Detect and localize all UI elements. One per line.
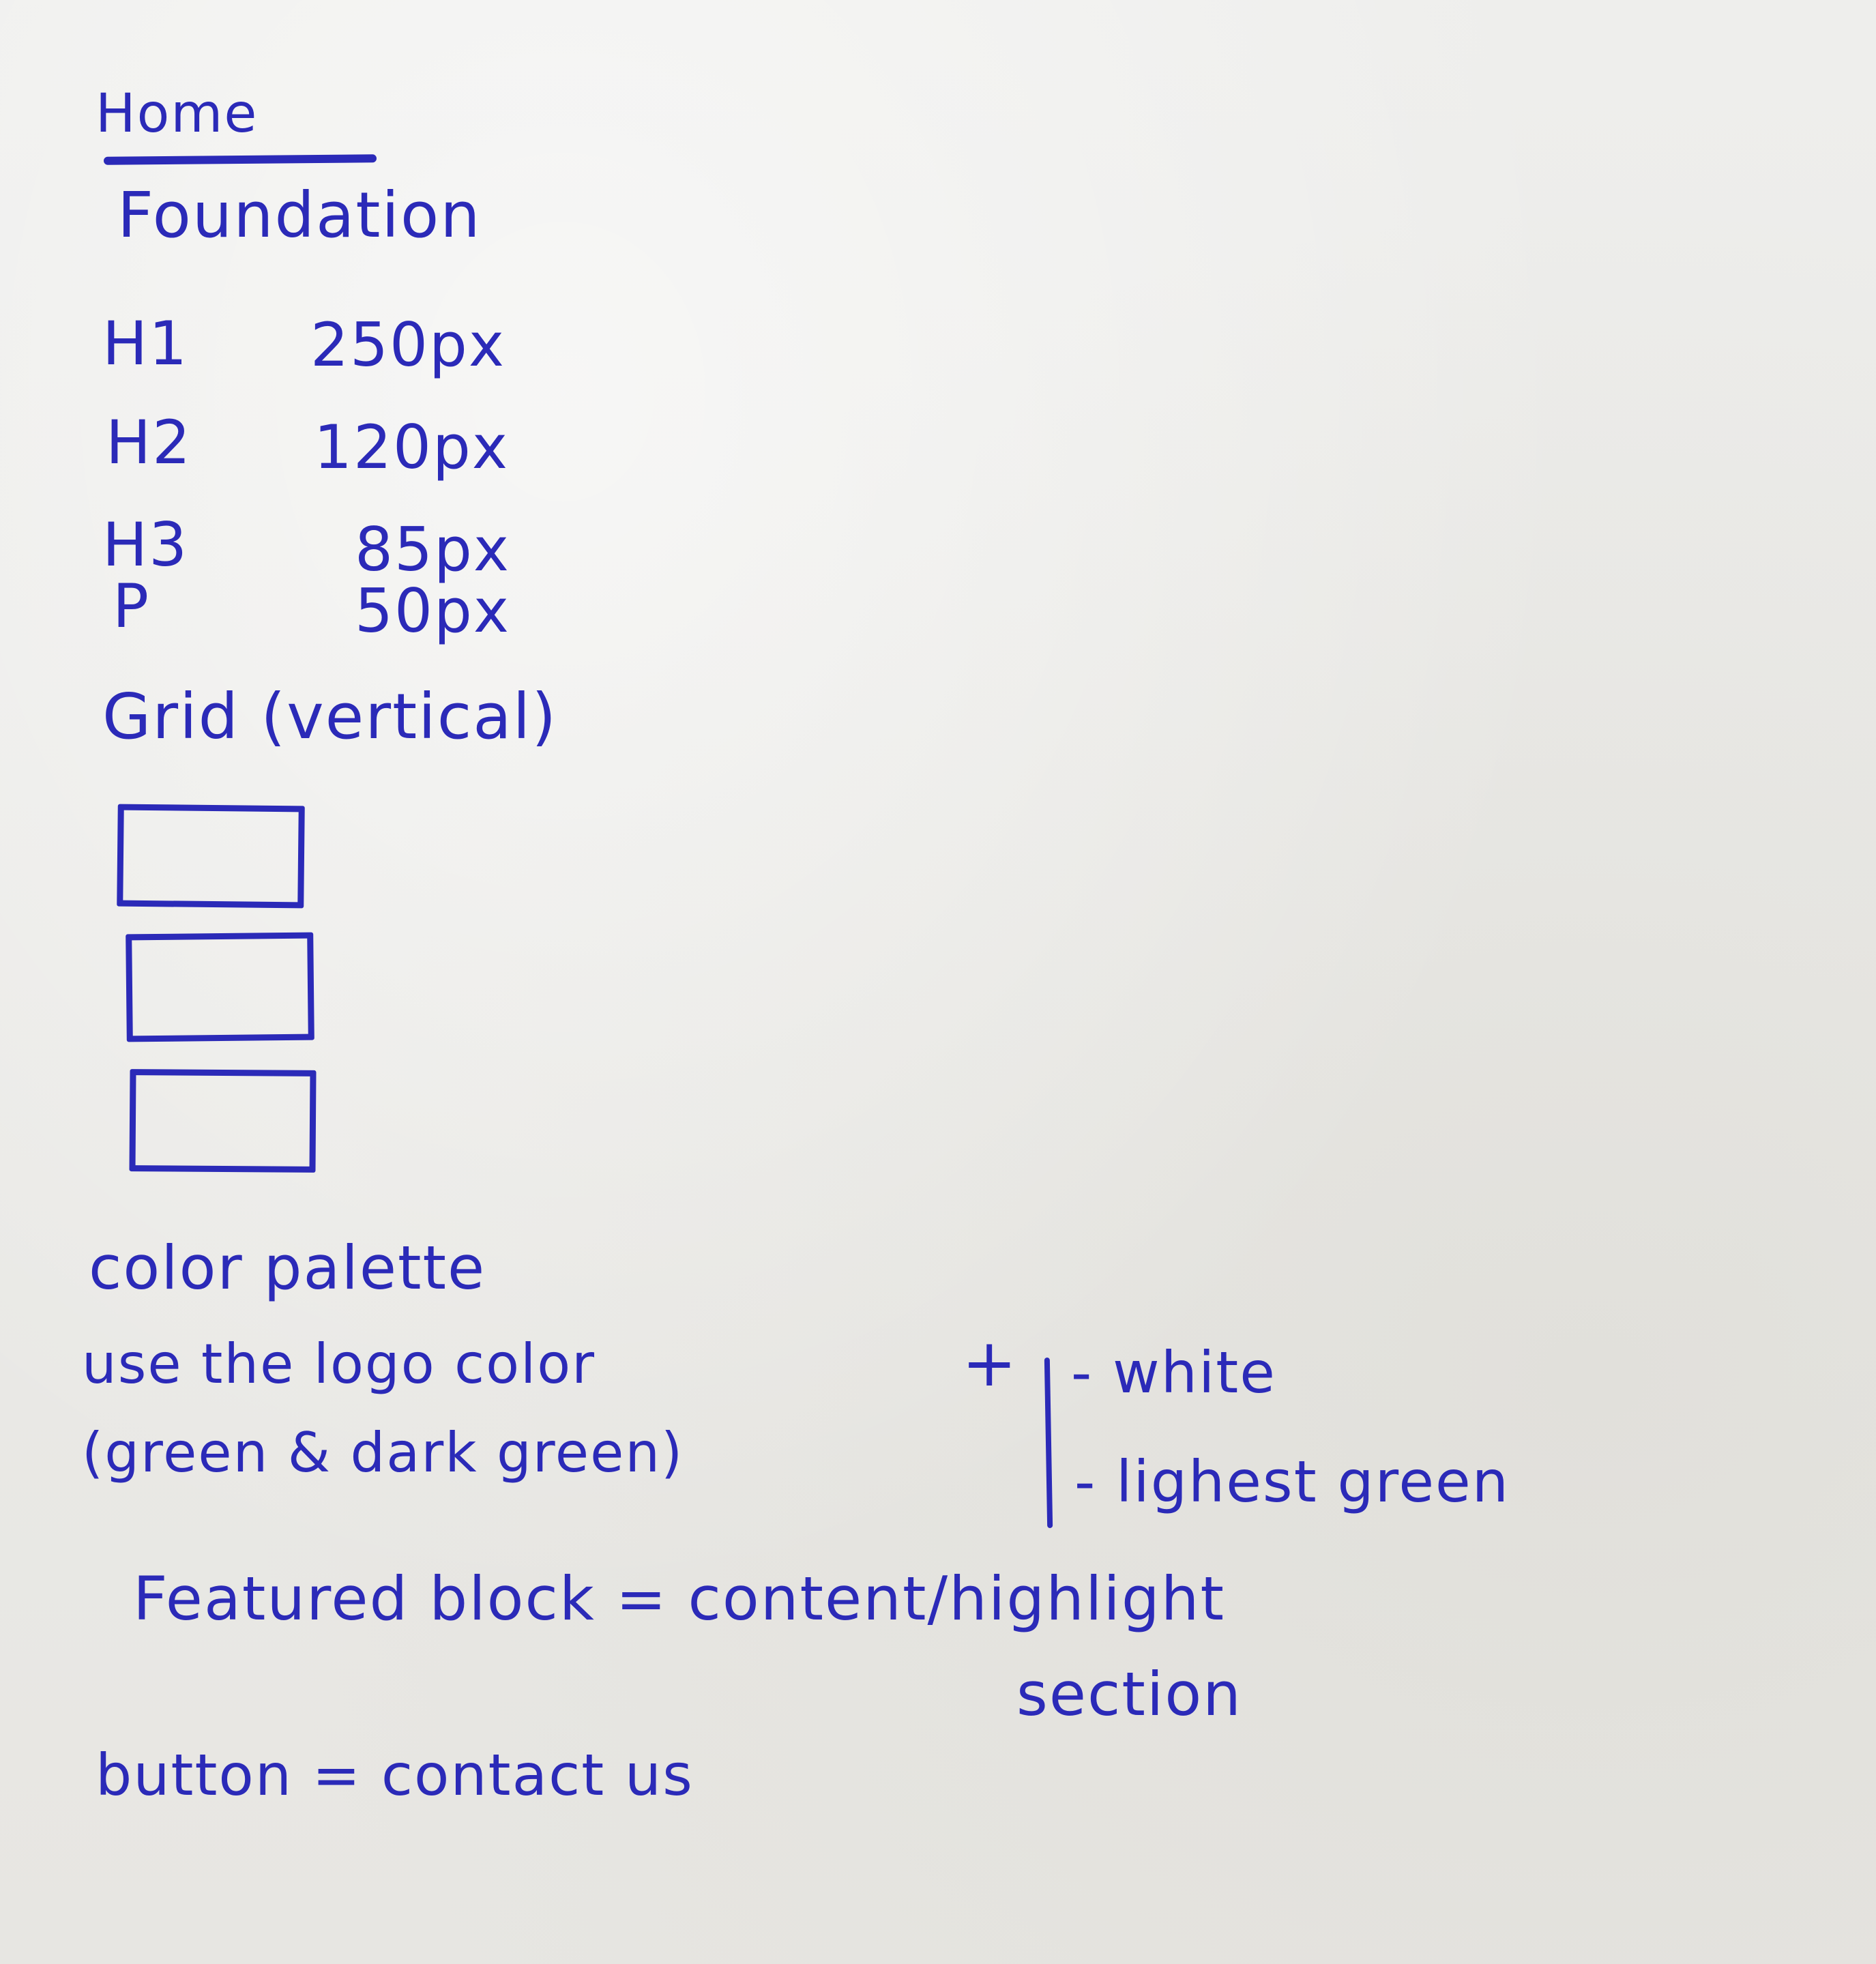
spec-h2-size: 120px	[314, 412, 509, 482]
grid-box-sketch	[129, 1069, 317, 1173]
spec-p-name: P	[113, 571, 151, 641]
palette-option-lightest-green: - lighest green	[1074, 1448, 1510, 1515]
spec-h1-size: 250px	[310, 310, 505, 380]
page-title: Home	[96, 83, 259, 145]
spec-h3-size: 85px	[355, 514, 510, 585]
palette-option-white: - white	[1071, 1339, 1276, 1406]
spec-h1-name: H1	[102, 308, 189, 379]
grid-box-sketch	[126, 932, 314, 1042]
title-underline	[103, 154, 377, 165]
palette-note-line-2: (green & dark green)	[82, 1421, 684, 1484]
button-note: button = contact us	[96, 1742, 694, 1808]
spec-h3-name: H3	[102, 510, 189, 580]
divider-bar	[1044, 1357, 1053, 1529]
notebook-page: Home Foundation H1 250px H2 120px H3 85p…	[0, 0, 1876, 1964]
plus-sign: +	[962, 1325, 1018, 1401]
spec-p-size: 50px	[355, 576, 510, 646]
spec-h2-name: H2	[106, 407, 192, 478]
palette-heading: color palette	[89, 1233, 486, 1303]
grid-heading: Grid (vertical)	[102, 680, 558, 753]
featured-block-note: Featured block = content/highlight	[133, 1564, 1225, 1634]
featured-block-note-continued: section	[1016, 1659, 1242, 1729]
grid-box-sketch	[117, 804, 305, 909]
foundation-heading: Foundation	[117, 179, 482, 252]
palette-note-line-1: use the logo color	[82, 1332, 596, 1396]
